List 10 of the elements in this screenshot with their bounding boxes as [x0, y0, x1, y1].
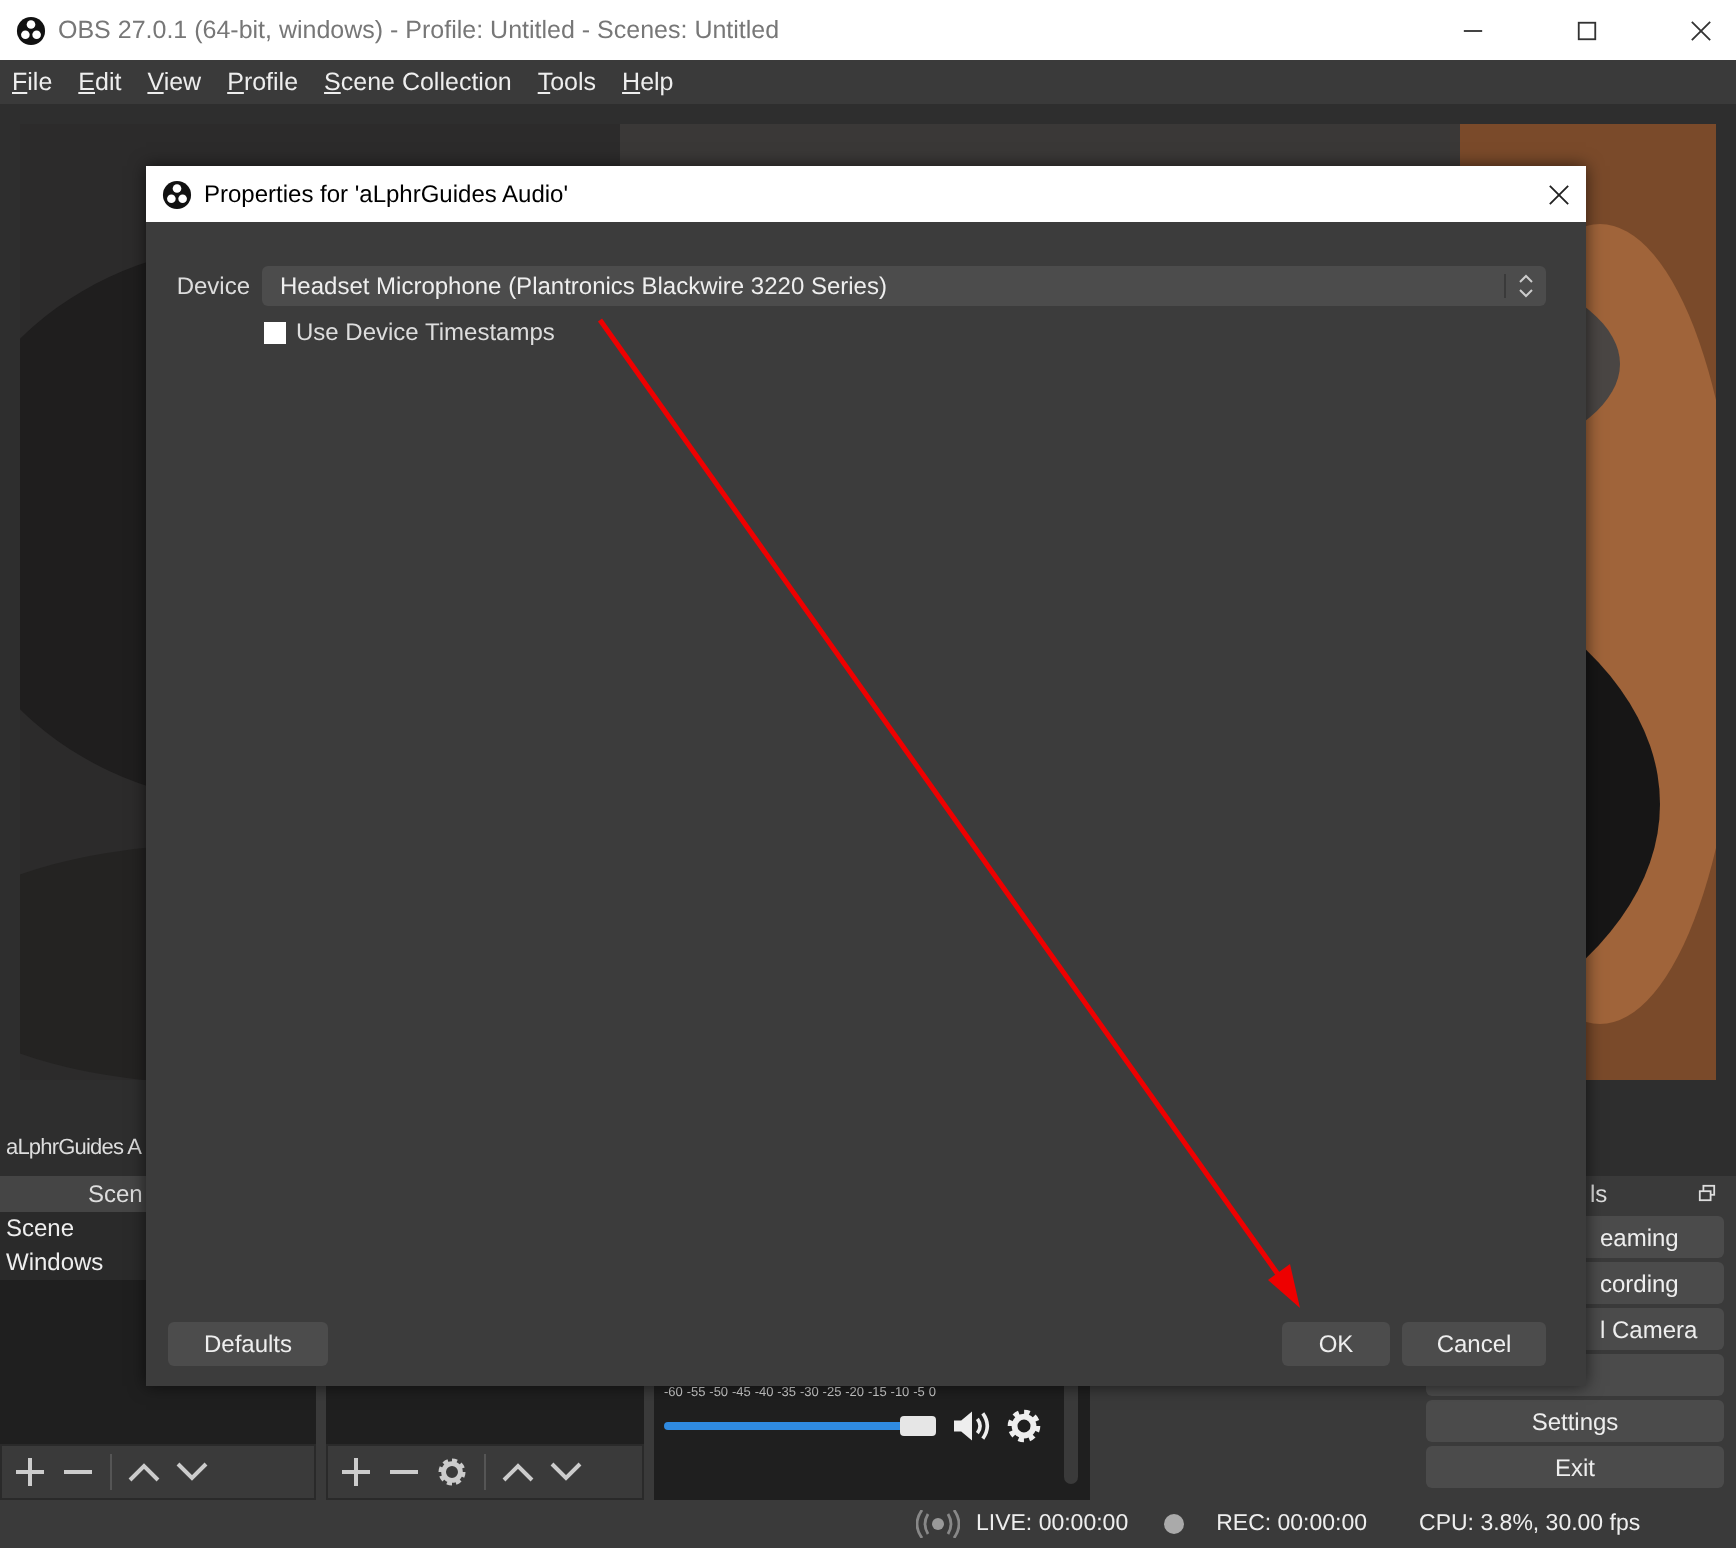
dialog-title: Properties for 'aLphrGuides Audio' — [204, 180, 569, 208]
device-label: Device — [174, 272, 250, 300]
cpu-stats: CPU: 3.8%, 30.00 fps — [1419, 1512, 1641, 1536]
window-title: OBS 27.0.1 (64-bit, windows) - Profile: Untitled - Scenes: Untitled — [58, 16, 780, 44]
checkbox-label: Use Device Timestamps — [296, 318, 555, 346]
live-time: LIVE: 00:00:00 — [976, 1512, 1129, 1536]
source-label: aLphrGuides A — [6, 1136, 142, 1160]
dock-title: ls — [1588, 1180, 1608, 1208]
dock-title: Scen — [86, 1180, 143, 1208]
rec-time: REC: 00:00:00 — [1216, 1512, 1368, 1536]
